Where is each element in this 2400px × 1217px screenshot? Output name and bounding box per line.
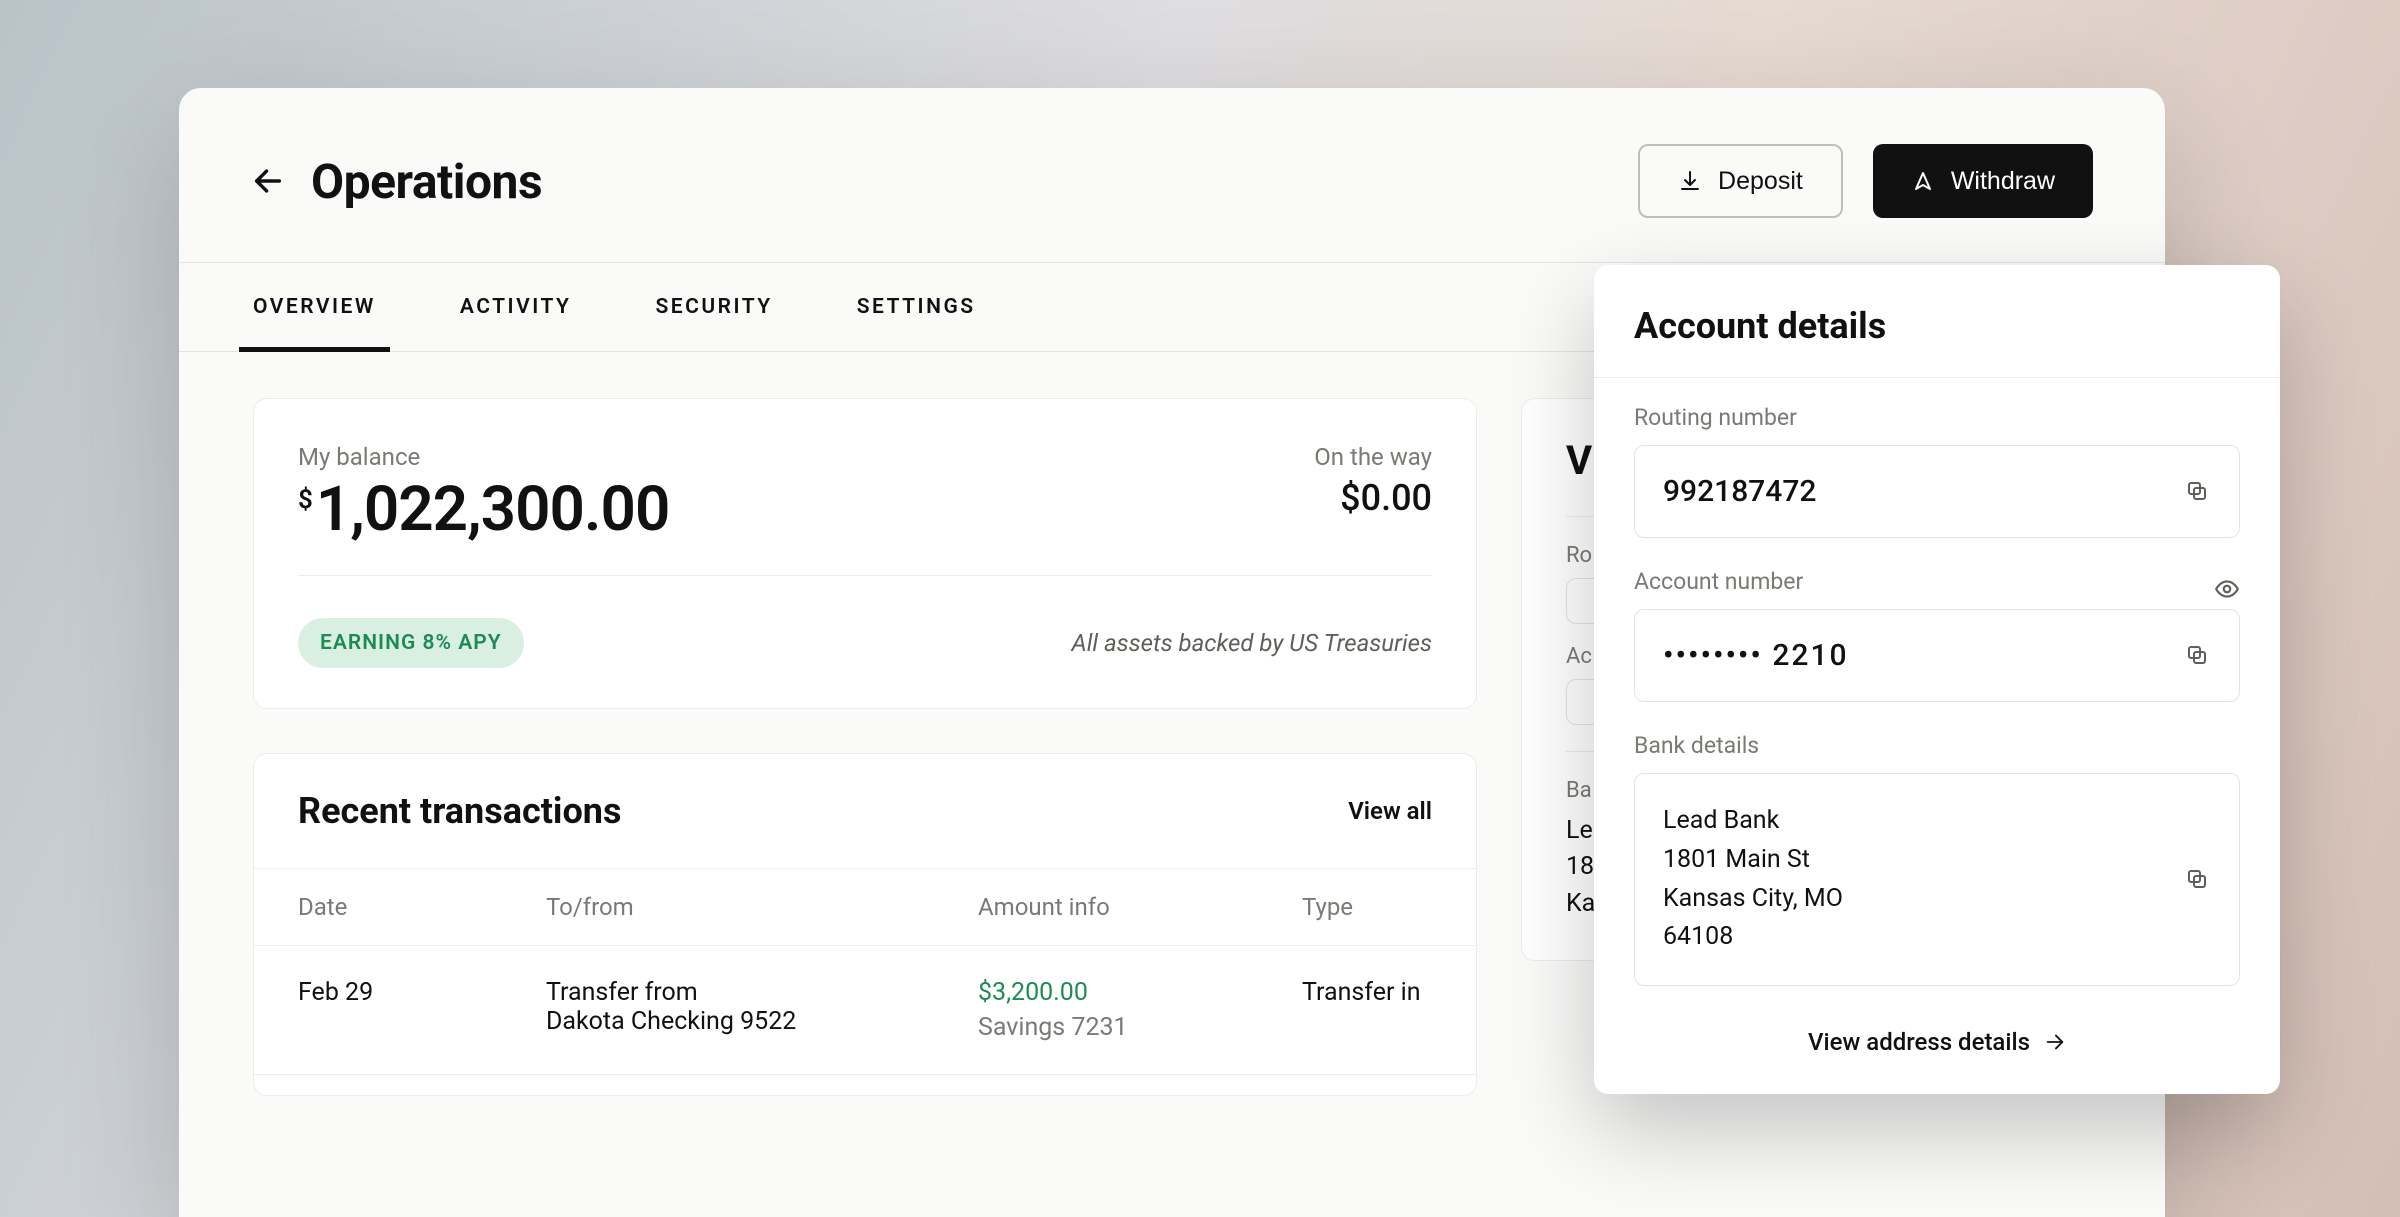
balance-value: $1,022,300.00: [298, 479, 669, 541]
currency-symbol: $: [298, 485, 312, 515]
popover-title: Account details: [1634, 305, 2240, 347]
header-left: Operations: [251, 153, 542, 210]
arrow-right-icon: [2044, 1031, 2066, 1053]
popover-body: Routing number 992187472 Account number …: [1594, 378, 2280, 1094]
copy-bank-button[interactable]: [2185, 867, 2211, 893]
tab-activity[interactable]: ACTIVITY: [460, 263, 572, 351]
ontheway-label: On the way: [1314, 443, 1432, 471]
account-label: Account number: [1634, 568, 1803, 595]
bank-field: Lead Bank 1801 Main St Kansas City, MO 6…: [1634, 773, 2240, 986]
balance-amount: 1,022,300.00: [316, 473, 670, 546]
transactions-columns: Date To/from Amount info Type: [254, 868, 1476, 946]
download-icon: [1678, 169, 1702, 193]
routing-value: 992187472: [1663, 474, 1816, 509]
tx-tofrom-line1: Transfer from: [546, 978, 978, 1007]
left-column: My balance $1,022,300.00 On the way $0.0…: [253, 398, 1477, 1096]
tx-tofrom-line2: Dakota Checking 9522: [546, 1007, 978, 1036]
deposit-label: Deposit: [1718, 167, 1803, 196]
bank-details-label: Bank details: [1634, 732, 2240, 759]
routing-field: 992187472: [1634, 445, 2240, 538]
withdraw-icon: [1911, 169, 1935, 193]
bank-street: 1801 Main St: [1663, 841, 1843, 880]
page-title: Operations: [311, 153, 542, 210]
header: Operations Deposit Withdraw: [179, 88, 2165, 262]
popover-header: Account details: [1594, 265, 2280, 378]
ontheway-block: On the way $0.00: [1314, 443, 1432, 519]
balance-label: My balance: [298, 443, 669, 471]
back-button[interactable]: [251, 164, 285, 198]
tx-date: Feb 29: [298, 978, 546, 1007]
account-value: •••••••• 2210: [1663, 638, 1849, 673]
table-row[interactable]: Feb 29 Transfer from Dakota Checking 952…: [254, 946, 1476, 1075]
balance-block: My balance $1,022,300.00: [298, 443, 669, 541]
withdraw-button[interactable]: Withdraw: [1873, 144, 2093, 218]
tab-label: SECURITY: [655, 295, 772, 319]
tab-security[interactable]: SECURITY: [655, 263, 772, 351]
copy-routing-button[interactable]: [2185, 479, 2211, 505]
tab-settings[interactable]: SETTINGS: [857, 263, 976, 351]
tab-label: OVERVIEW: [253, 295, 376, 319]
view-address-label: View address details: [1808, 1028, 2030, 1056]
reveal-account-button[interactable]: [2214, 576, 2240, 602]
tx-amount: $3,200.00 Savings 7231: [978, 978, 1302, 1042]
copy-account-button[interactable]: [2185, 643, 2211, 669]
col-tofrom: To/from: [546, 893, 978, 921]
account-label-row: Account number: [1634, 568, 2240, 609]
tx-tofrom: Transfer from Dakota Checking 9522: [546, 978, 978, 1036]
deposit-button[interactable]: Deposit: [1638, 144, 1843, 218]
copy-icon: [2185, 867, 2209, 891]
header-actions: Deposit Withdraw: [1638, 144, 2093, 218]
routing-label: Routing number: [1634, 404, 2240, 431]
tab-overview[interactable]: OVERVIEW: [253, 263, 376, 351]
transactions-card: Recent transactions View all Date To/fro…: [253, 753, 1477, 1096]
backed-text: All assets backed by US Treasuries: [1072, 629, 1432, 657]
tx-type: Transfer in: [1302, 978, 1432, 1007]
col-date: Date: [298, 893, 546, 921]
copy-icon: [2185, 479, 2209, 503]
transactions-header: Recent transactions View all: [254, 754, 1476, 868]
account-field: •••••••• 2210: [1634, 609, 2240, 702]
balance-footer: EARNING 8% APY All assets backed by US T…: [298, 618, 1432, 668]
tx-amount-sub: Savings 7231: [978, 1013, 1302, 1042]
copy-icon: [2185, 643, 2209, 667]
arrow-left-icon: [251, 164, 285, 198]
bank-name: Lead Bank: [1663, 802, 1843, 841]
balance-card: My balance $1,022,300.00 On the way $0.0…: [253, 398, 1477, 709]
ontheway-value: $0.00: [1314, 477, 1432, 519]
tx-amount-value: $3,200.00: [978, 978, 1302, 1007]
col-type: Type: [1302, 893, 1432, 921]
tab-label: SETTINGS: [857, 295, 976, 319]
bank-city: Kansas City, MO: [1663, 880, 1843, 919]
view-address-link[interactable]: View address details: [1634, 1016, 2240, 1056]
transactions-title: Recent transactions: [298, 790, 621, 832]
withdraw-label: Withdraw: [1951, 167, 2055, 196]
bank-lines: Lead Bank 1801 Main St Kansas City, MO 6…: [1663, 802, 1843, 957]
eye-icon: [2214, 576, 2240, 602]
bank-zip: 64108: [1663, 918, 1843, 957]
tab-label: ACTIVITY: [460, 295, 572, 319]
account-details-popover: Account details Routing number 992187472…: [1594, 265, 2280, 1094]
view-all-link[interactable]: View all: [1348, 797, 1432, 825]
col-amount: Amount info: [978, 893, 1302, 921]
balance-row: My balance $1,022,300.00 On the way $0.0…: [298, 443, 1432, 576]
apy-badge: EARNING 8% APY: [298, 618, 524, 668]
